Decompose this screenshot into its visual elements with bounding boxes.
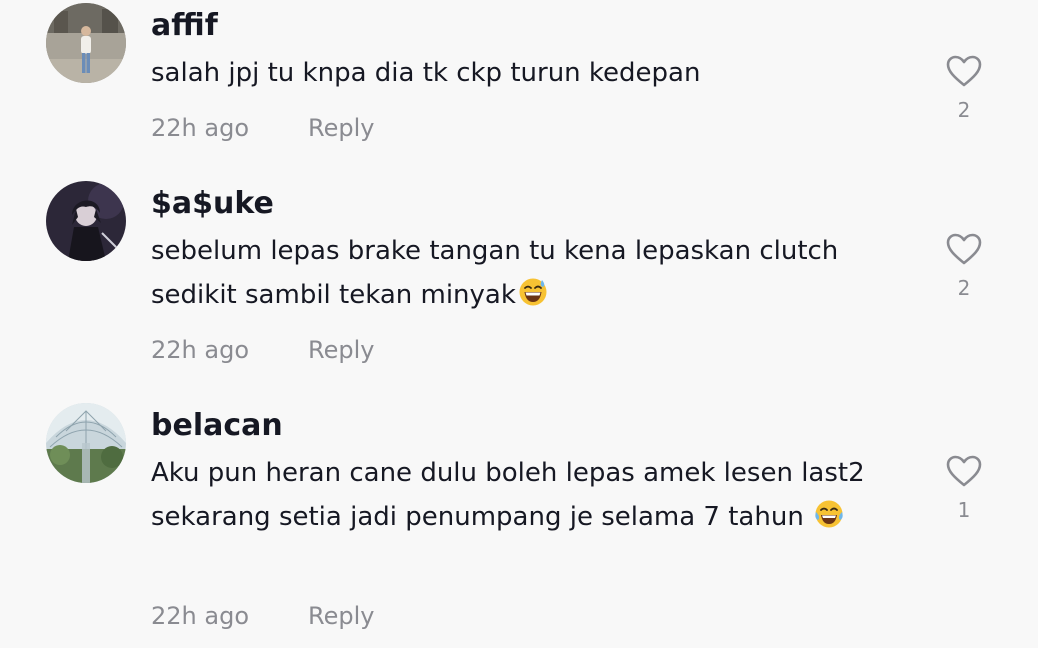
like-count: 2: [957, 276, 971, 300]
comment-list: affif salah jpj tu knpa dia tk ckp turun…: [0, 0, 1038, 648]
comment-item: affif salah jpj tu knpa dia tk ckp turun…: [0, 3, 1038, 163]
comment-meta: 22h ago Reply: [151, 112, 374, 144]
timestamp: 22h ago: [151, 336, 250, 364]
like-count: 1: [957, 498, 971, 522]
comment-meta: 22h ago Reply: [151, 600, 374, 632]
avatar[interactable]: [46, 3, 126, 83]
person-photo-avatar-icon: [46, 3, 126, 83]
comment-text: salah jpj tu knpa dia tk ckp turun kedep…: [151, 51, 911, 95]
heart-outline-icon: [946, 455, 982, 487]
like-button[interactable]: 2: [942, 54, 986, 122]
username[interactable]: belacan: [151, 406, 283, 446]
glass-dome-avatar-icon: [46, 403, 126, 483]
comment-meta: 22h ago Reply: [151, 334, 374, 366]
comment-item: belacan Aku pun heran cane dulu boleh le…: [0, 403, 1038, 643]
comment-text-content: Aku pun heran cane dulu boleh lepas amek…: [151, 458, 865, 532]
comment-text-content: salah jpj tu knpa dia tk ckp turun kedep…: [151, 58, 701, 88]
comment-text: Aku pun heran cane dulu boleh lepas amek…: [151, 451, 911, 543]
avatar[interactable]: [46, 403, 126, 483]
comment-text: sebelum lepas brake tangan tu kena lepas…: [151, 229, 911, 321]
heart-outline-icon: [946, 233, 982, 265]
avatar[interactable]: [46, 181, 126, 261]
comment-item: $a$uke sebelum lepas brake tangan tu ken…: [0, 181, 1038, 381]
reply-button[interactable]: Reply: [308, 600, 374, 632]
anime-character-avatar-icon: [46, 181, 126, 261]
heart-outline-icon: [946, 55, 982, 87]
like-button[interactable]: 2: [942, 232, 986, 300]
username[interactable]: affif: [151, 6, 218, 46]
timestamp: 22h ago: [151, 114, 250, 142]
comment-text-content: sebelum lepas brake tangan tu kena lepas…: [151, 236, 839, 310]
timestamp: 22h ago: [151, 602, 250, 630]
reply-button[interactable]: Reply: [308, 112, 374, 144]
tears-of-joy-emoji-icon: [814, 499, 844, 543]
reply-button[interactable]: Reply: [308, 334, 374, 366]
username[interactable]: $a$uke: [151, 184, 274, 224]
like-button[interactable]: 1: [942, 454, 986, 522]
like-count: 2: [957, 98, 971, 122]
grinning-sweat-emoji-icon: [518, 277, 548, 321]
